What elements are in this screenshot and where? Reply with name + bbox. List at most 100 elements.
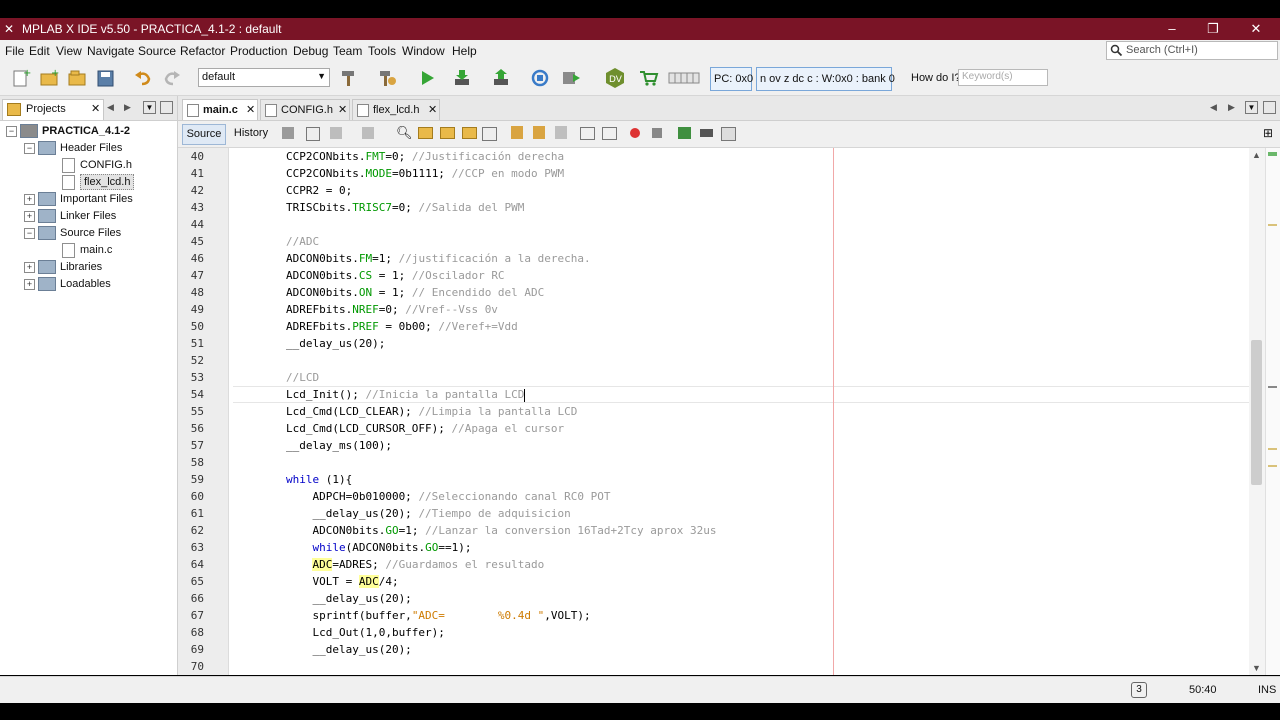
tree-item[interactable]: CONFIG.h — [0, 157, 176, 173]
maximize-button[interactable]: ❐ — [1193, 20, 1233, 38]
expand-icon[interactable]: + — [24, 262, 35, 273]
expand-icon[interactable]: + — [24, 194, 35, 205]
code-line[interactable]: CCP2CONbits.MODE=0b1111; //CCP en modo P… — [233, 165, 1249, 182]
code-line[interactable]: Lcd_Init(); //Inicia la pantalla LCD — [233, 386, 1249, 403]
code-line[interactable]: __delay_us(20); //Tiempo de adquisicion — [233, 505, 1249, 522]
code-line[interactable]: while (1){ — [233, 471, 1249, 488]
code-line[interactable]: CCP2CONbits.FMT=0; //Justificación derec… — [233, 148, 1249, 165]
cart-icon[interactable] — [638, 67, 660, 89]
memory-icon[interactable] — [667, 67, 701, 89]
close-tab-icon[interactable]: ✕ — [338, 100, 347, 120]
howdoi-input[interactable]: Keyword(s) — [958, 69, 1048, 86]
code-line[interactable] — [233, 658, 1249, 675]
record-macro-icon[interactable] — [630, 128, 640, 138]
collapse-icon[interactable]: − — [6, 126, 17, 137]
stop-macro-icon[interactable] — [652, 128, 662, 138]
shift-right-icon[interactable] — [602, 127, 617, 140]
forward-icon[interactable] — [362, 127, 374, 139]
read-device-icon[interactable] — [490, 67, 512, 89]
arrow-left-icon[interactable]: ◀ — [1210, 102, 1217, 113]
undo-icon[interactable] — [132, 67, 154, 89]
menu-debug[interactable]: Debug — [293, 44, 328, 58]
tree-item[interactable]: − Source Files — [0, 225, 176, 241]
code-line[interactable]: __delay_us(20); — [233, 335, 1249, 352]
clean-build-icon[interactable] — [376, 67, 398, 89]
code-line[interactable]: Lcd_Cmd(LCD_CURSOR_OFF); //Apaga el curs… — [233, 420, 1249, 437]
menu-production[interactable]: Production — [230, 44, 287, 58]
code-line[interactable]: ADPCH=0b010000; //Seleccionando canal RC… — [233, 488, 1249, 505]
new-project-icon[interactable]: + — [38, 67, 60, 89]
collapse-icon[interactable]: − — [24, 143, 35, 154]
menu-edit[interactable]: Edit — [29, 44, 50, 58]
code-editor[interactable]: CCP2CONbits.FMT=0; //Justificación derec… — [229, 148, 1249, 675]
toggle-highlight-icon[interactable] — [462, 127, 477, 139]
hold-reset-icon[interactable] — [529, 67, 551, 89]
tree-item[interactable]: + Loadables — [0, 276, 176, 292]
tree-item[interactable]: − Header Files — [0, 140, 176, 156]
menu-view[interactable]: View — [56, 44, 82, 58]
build-hammer-icon[interactable] — [338, 67, 360, 89]
tree-item[interactable]: + Libraries — [0, 259, 176, 275]
code-line[interactable]: //ADC — [233, 233, 1249, 250]
code-line[interactable] — [233, 454, 1249, 471]
close-tab-icon[interactable]: ✕ — [246, 100, 255, 120]
code-line[interactable]: __delay_us(20); — [233, 590, 1249, 607]
code-line[interactable]: Lcd_Cmd(LCD_CLEAR); //Limpia la pantalla… — [233, 403, 1249, 420]
find-previous-icon[interactable] — [418, 127, 433, 139]
menu-navigate[interactable]: Navigate — [87, 44, 134, 58]
next-bookmark-icon[interactable] — [533, 126, 545, 139]
minimize-button[interactable]: – — [1152, 20, 1192, 38]
debug-project-icon[interactable] — [560, 67, 582, 89]
expand-icon[interactable]: + — [24, 279, 35, 290]
code-line[interactable]: __delay_us(20); — [233, 641, 1249, 658]
code-line[interactable]: sprintf(buffer,"ADC= %0.4d ",VOLT); — [233, 607, 1249, 624]
last-edit-icon[interactable] — [282, 127, 294, 139]
menu-team[interactable]: Team — [333, 44, 362, 58]
code-line[interactable]: CCPR2 = 0; — [233, 182, 1249, 199]
scroll-up-icon[interactable]: ▲ — [1252, 150, 1261, 160]
comment-icon[interactable] — [678, 127, 691, 139]
open-project-icon[interactable] — [66, 67, 88, 89]
code-line[interactable] — [233, 216, 1249, 233]
code-line[interactable]: Lcd_Out(1,0,buffer); — [233, 624, 1249, 641]
arrow-right-icon[interactable]: ▶ — [124, 102, 131, 113]
tree-item[interactable]: + Important Files — [0, 191, 176, 207]
menu-help[interactable]: Help — [452, 44, 477, 58]
tree-item[interactable]: main.c — [0, 242, 176, 258]
new-file-icon[interactable]: + — [10, 67, 32, 89]
find-next-icon[interactable] — [440, 127, 455, 139]
data-visualizer-icon[interactable]: DV — [604, 67, 626, 89]
collapse-icon[interactable]: − — [24, 228, 35, 239]
code-line[interactable]: //LCD — [233, 369, 1249, 386]
code-line[interactable]: ADCON0bits.GO=1; //Lanzar la conversion … — [233, 522, 1249, 539]
expand-icon[interactable]: + — [24, 211, 35, 222]
search-input[interactable]: Search (Ctrl+I) — [1106, 41, 1278, 60]
redo-icon[interactable] — [161, 67, 183, 89]
editor-maximize-icon[interactable] — [1263, 101, 1276, 114]
configuration-select[interactable]: default ▼ — [198, 68, 330, 87]
format-icon[interactable] — [721, 127, 736, 141]
menu-refactor[interactable]: Refactor — [180, 44, 225, 58]
code-line[interactable]: ADREFbits.NREF=0; //Vref--Vss 0v — [233, 301, 1249, 318]
code-line[interactable]: ADCON0bits.FM=1; //justificación a la de… — [233, 250, 1249, 267]
back-dropdown-icon[interactable] — [330, 127, 342, 139]
tab-config-h[interactable]: CONFIG.h ✕ — [260, 99, 350, 120]
shift-left-icon[interactable] — [580, 127, 595, 140]
toggle-selection-icon[interactable] — [482, 127, 497, 141]
tab-projects[interactable]: Projects ✕ — [2, 99, 104, 120]
tree-item[interactable]: − PRACTICA_4.1-2 — [0, 123, 176, 139]
code-line[interactable]: ADCON0bits.CS = 1; //Oscilador RC — [233, 267, 1249, 284]
find-icon[interactable]: 🔍︎ — [396, 125, 413, 141]
menu-source[interactable]: Source — [138, 44, 176, 58]
previous-bookmark-icon[interactable] — [511, 126, 523, 139]
code-line[interactable]: __delay_ms(100); — [233, 437, 1249, 454]
scrollbar-thumb[interactable] — [1251, 340, 1262, 485]
back-icon[interactable] — [306, 127, 320, 141]
code-line[interactable] — [233, 352, 1249, 369]
tree-item[interactable]: flex_lcd.h — [0, 174, 176, 190]
code-line[interactable]: ADC=ADRES; //Guardamos el resultado — [233, 556, 1249, 573]
history-button[interactable]: History — [230, 124, 272, 143]
code-line[interactable]: ADREFbits.PREF = 0b00; //Veref+=Vdd — [233, 318, 1249, 335]
close-button[interactable]: ✕ — [1236, 20, 1276, 38]
menu-tools[interactable]: Tools — [368, 44, 396, 58]
